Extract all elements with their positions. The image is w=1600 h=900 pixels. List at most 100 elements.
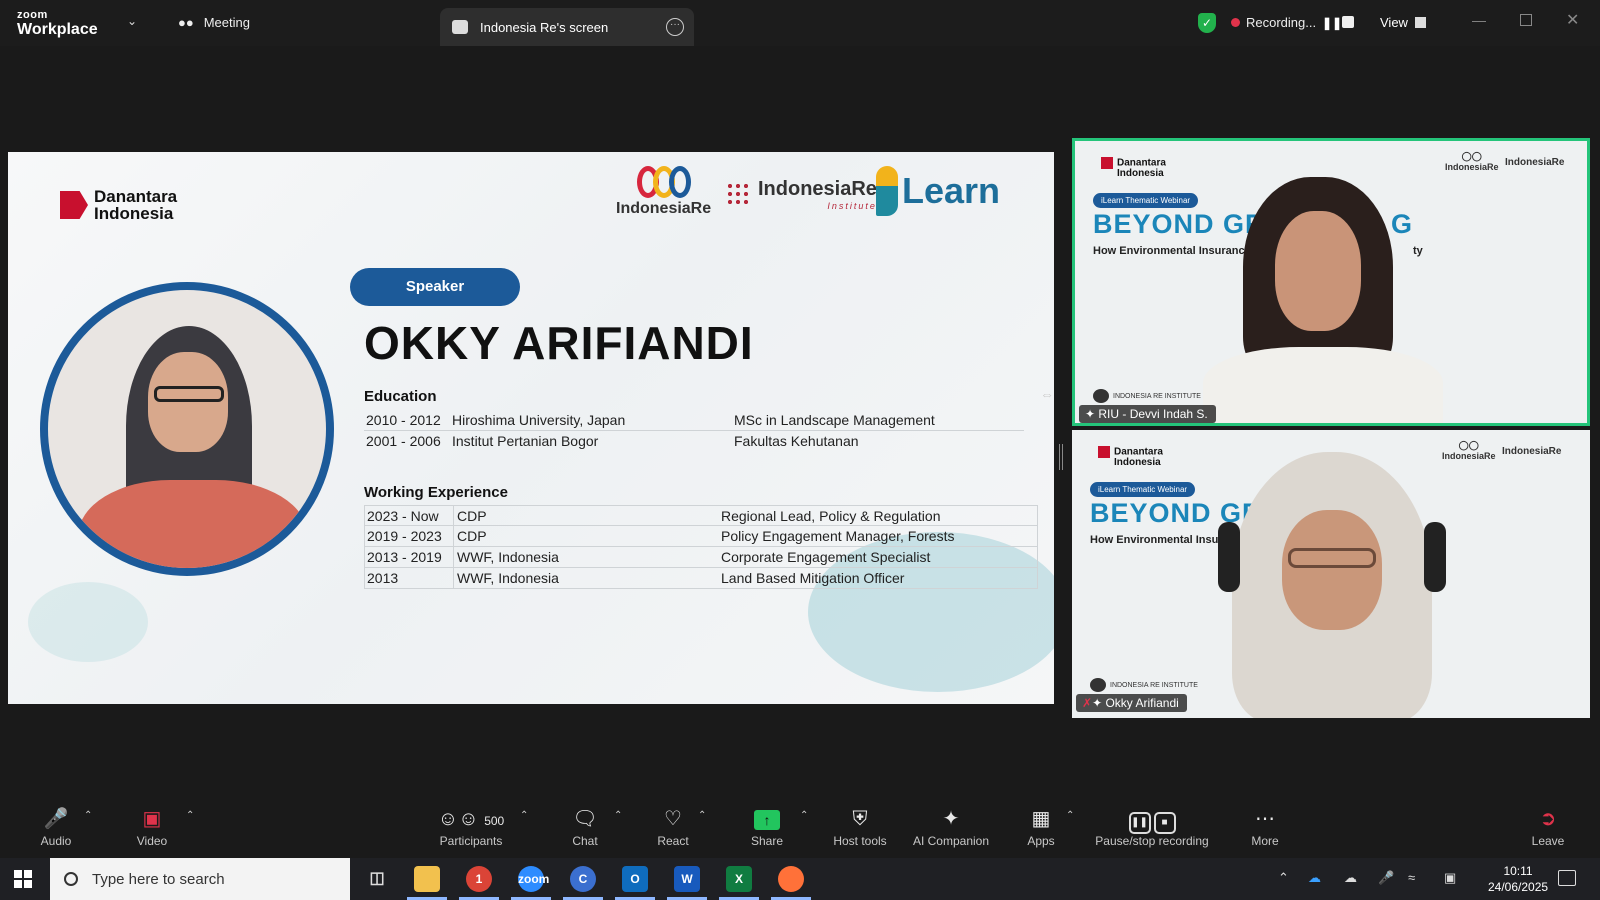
apps-label: Apps (1027, 834, 1055, 848)
pin-icon (876, 166, 898, 216)
work-org: WWF, Indonesia (457, 570, 559, 586)
panel-resize-handle[interactable] (1059, 444, 1063, 470)
edu-place: Institut Pertanian Bogor (452, 433, 599, 449)
mini-ire-logo: ◯◯ IndonesiaRe (1442, 440, 1496, 461)
participant-video-okky[interactable]: Danantara Indonesia ◯◯ IndonesiaRe Indones… (1072, 430, 1590, 718)
outlook-icon[interactable]: O (622, 866, 648, 892)
participant-name: Okky Arifiandi (1105, 696, 1179, 710)
logo-text: Indonesia (94, 204, 174, 223)
excel-icon[interactable]: X (726, 866, 752, 892)
work-years: 2023 - Now (367, 508, 439, 524)
close-icon[interactable]: ✕ (1566, 10, 1579, 30)
taskbar-search-input[interactable]: Type here to search (50, 858, 350, 900)
clock-date: 24/06/2025 (1488, 880, 1549, 894)
participants-caret-icon[interactable]: ⌃ (520, 810, 528, 821)
table-row: 2013 WWF, Indonesia Land Based Mitigatio… (364, 568, 1038, 589)
file-explorer-icon[interactable] (414, 866, 440, 892)
leave-button[interactable]: ➲ Leave (1530, 806, 1566, 848)
chat-button[interactable]: 🗨 Chat (570, 806, 600, 848)
webinar-subtitle-tail: ty (1413, 245, 1423, 257)
onedrive-icon[interactable]: ☁ (1308, 870, 1321, 886)
shield-icon[interactable]: ✓ (1198, 13, 1216, 33)
video-button[interactable]: ▣ Video (132, 806, 172, 848)
chrome-icon[interactable]: 1 (466, 866, 492, 892)
network-cloud-icon[interactable]: ☁ (1344, 870, 1357, 886)
mini-danantara-logo: Danantara Indonesia (1098, 446, 1163, 468)
work-org: CDP (457, 528, 487, 544)
indonesia-re-institute-logo: IndonesiaRe Institute (726, 178, 877, 211)
participants-count: 500 (484, 814, 505, 828)
recording-status[interactable]: Recording... (1246, 15, 1316, 30)
audio-button[interactable]: 🎤 Audio (36, 806, 76, 848)
more-button[interactable]: ⋯ More (1248, 806, 1282, 848)
firefox-icon[interactable] (778, 866, 804, 892)
apps-button[interactable]: ▦ Apps (1026, 806, 1056, 848)
taskbar-clock[interactable]: 10:11 24/06/2025 (1488, 863, 1548, 895)
participants-button[interactable]: ☺☺ 500 Participants (436, 806, 506, 848)
participant-video-devvi[interactable]: Danantara Indonesia ◯◯ IndonesiaRe Indones… (1072, 138, 1590, 426)
wifi-icon[interactable]: ≈ (1408, 870, 1415, 885)
work-years: 2019 - 2023 (367, 528, 442, 544)
display-icon[interactable]: ▣ (1444, 870, 1456, 886)
view-button[interactable]: View (1380, 15, 1408, 30)
video-caret-icon[interactable]: ⌃ (186, 810, 194, 821)
chevron-down-icon[interactable]: ⌄ (127, 14, 137, 28)
pause-icon[interactable]: ❚❚ (1322, 16, 1342, 30)
microphone-icon[interactable]: 🎤 (1378, 870, 1394, 886)
webinar-subtitle: How Environmental Insurance (1093, 245, 1251, 257)
work-role: Regional Lead, Policy & Regulation (721, 508, 941, 524)
edu-place: Hiroshima University, Japan (452, 412, 626, 428)
mic-muted-icon: 🎤 (43, 808, 69, 830)
react-label: React (657, 834, 689, 848)
minimize-icon[interactable]: — (1472, 12, 1486, 28)
share-button[interactable]: ↑ Share (750, 806, 784, 848)
view-icon[interactable] (1415, 17, 1426, 28)
table-row: 2013 - 2019 WWF, Indonesia Corporate Eng… (364, 547, 1038, 568)
word-icon[interactable]: W (674, 866, 700, 892)
shared-screen-slide: Danantara Indonesia IndonesiaRe Indonesi… (8, 152, 1054, 704)
share-caret-icon[interactable]: ⌃ (800, 810, 808, 821)
chat-caret-icon[interactable]: ⌃ (614, 810, 622, 821)
education-heading: Education (364, 388, 437, 405)
host-tools-button[interactable]: ⛨ Host tools (830, 806, 890, 848)
table-row: 2019 - 2023 CDP Policy Engagement Manage… (364, 526, 1038, 547)
tab-screen-label: Indonesia Re's screen (480, 19, 609, 35)
participant-person-okky (1218, 452, 1446, 718)
footer-logo: INDONESIA RE INSTITUTE (1093, 389, 1201, 403)
mini-iri-logo: IndonesiaRe (1502, 446, 1562, 457)
host-tools-label: Host tools (833, 834, 887, 848)
task-view-icon[interactable]: ◫ (364, 866, 390, 892)
work-years: 2013 (367, 570, 399, 586)
work-role: Land Based Mitigation Officer (721, 570, 905, 586)
copilot-icon[interactable]: C (570, 866, 596, 892)
ai-companion-button[interactable]: ✦ AI Companion (910, 806, 992, 848)
people-icon: ●● (178, 15, 194, 30)
zoom-app-icon[interactable]: zoom (518, 866, 549, 892)
tab-shared-screen[interactable]: Indonesia Re's screen ··· (440, 8, 694, 46)
zoom-logo: Workplace (17, 21, 98, 38)
react-button[interactable]: ♡ React (656, 806, 690, 848)
pause-stop-recording-button[interactable]: ❚❚ ■ Pause/stop recording (1090, 806, 1214, 848)
stop-icon[interactable] (1342, 16, 1354, 28)
table-row: 2001 - 2006 Institut Pertanian Bogor Fak… (364, 431, 1024, 452)
meeting-toolbar: 🎤 Audio ⌃ ▣ Video ⌃ ☺☺ 500 Participants … (0, 800, 1600, 858)
windows-start-icon[interactable] (14, 870, 32, 888)
work-org: CDP (457, 508, 487, 524)
more-icon[interactable]: ··· (666, 18, 684, 36)
tab-meeting[interactable]: ●● Meeting (178, 15, 250, 30)
tab-meeting-label: Meeting (203, 15, 250, 30)
maximize-icon[interactable] (1520, 14, 1532, 26)
tray-expand-icon[interactable]: ⌃ (1278, 870, 1289, 886)
participants-label: Participants (439, 834, 503, 848)
work-heading: Working Experience (364, 484, 508, 501)
audio-caret-icon[interactable]: ⌃ (84, 810, 92, 821)
chat-label: Chat (572, 834, 598, 848)
apps-caret-icon[interactable]: ⌃ (1066, 810, 1074, 821)
ai-companion-label: AI Companion (912, 834, 990, 848)
mini-iri-logo: IndonesiaRe (1505, 157, 1565, 168)
participant-person-devvi (1203, 177, 1443, 423)
table-row: 2023 - Now CDP Regional Lead, Policy & R… (364, 505, 1038, 526)
react-caret-icon[interactable]: ⌃ (698, 810, 706, 821)
notifications-icon[interactable] (1558, 870, 1576, 886)
work-role: Policy Engagement Manager, Forests (721, 528, 955, 544)
